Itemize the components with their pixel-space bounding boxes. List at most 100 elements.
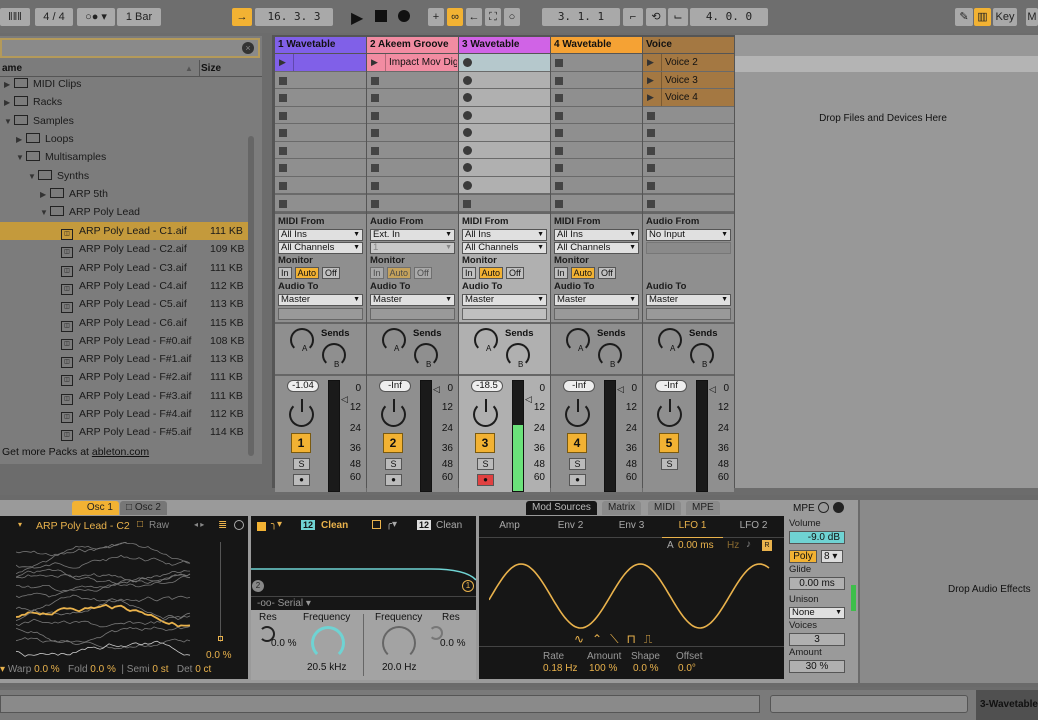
- output-channel-field[interactable]: [278, 307, 363, 320]
- stop-slot-icon[interactable]: [279, 181, 287, 190]
- stop-slot-icon[interactable]: [279, 129, 287, 137]
- clip-slot[interactable]: [459, 89, 550, 107]
- filter1-circuit[interactable]: Clean: [321, 520, 348, 531]
- status-field[interactable]: [770, 695, 968, 713]
- clip-play-icon[interactable]: ▶: [647, 72, 654, 89]
- stop-slot-icon[interactable]: [555, 111, 563, 120]
- capture-icon[interactable]: ⛶: [485, 8, 501, 26]
- output-select[interactable]: Master: [278, 293, 363, 306]
- browser-file[interactable]: ◫ ARP Poly Lead - C2.aif 109 KB: [0, 240, 248, 259]
- position-slider[interactable]: [220, 542, 221, 642]
- input-source-select[interactable]: All Ins: [278, 228, 363, 241]
- volume-value[interactable]: -Inf: [655, 379, 687, 392]
- clip-slot[interactable]: ▶ Voice 2: [643, 54, 734, 72]
- unison-voices-field[interactable]: 3: [789, 633, 845, 646]
- filter1-slope[interactable]: 12: [301, 520, 316, 530]
- stop-slot-icon[interactable]: [555, 164, 563, 172]
- expanded-icon[interactable]: ▼: [4, 113, 14, 131]
- browser-file[interactable]: ◫ ARP Poly Lead - C5.aif 113 KB: [0, 295, 248, 314]
- session-record-icon[interactable]: ○: [504, 8, 520, 26]
- freq2-knob[interactable]: [382, 626, 416, 660]
- track-header[interactable]: 2 Akeem Groove: [367, 37, 458, 53]
- expanded-icon[interactable]: ▼: [16, 149, 26, 167]
- drop-zone[interactable]: Drop Files and Devices Here: [735, 35, 1038, 488]
- stop-slot-icon[interactable]: [555, 181, 563, 190]
- play-button[interactable]: ▶: [351, 8, 363, 28]
- clip-slot[interactable]: [643, 159, 734, 177]
- song-position[interactable]: 16. 3. 3: [255, 8, 333, 26]
- mod-source-tab-lfo-1[interactable]: LFO 1: [662, 520, 723, 538]
- clip-slot[interactable]: [459, 159, 550, 177]
- input-source-select[interactable]: All Ins: [462, 228, 547, 241]
- stop-clips-button[interactable]: [643, 194, 734, 212]
- input-channel-select[interactable]: All Channels: [462, 241, 547, 254]
- overdub-icon[interactable]: +: [428, 8, 444, 26]
- solo-button[interactable]: S: [569, 457, 586, 470]
- collapsed-icon[interactable]: ▶: [40, 186, 50, 204]
- clip-slot[interactable]: [551, 141, 642, 159]
- stop-slot-icon[interactable]: [647, 111, 655, 120]
- expanded-icon[interactable]: ▼: [28, 168, 38, 186]
- clip-slot[interactable]: [367, 176, 458, 194]
- lfo-shape-selector[interactable]: ∿⌃⟍⊓⎍: [574, 632, 660, 647]
- record-slot-icon[interactable]: [463, 58, 472, 67]
- clip-slot[interactable]: [643, 141, 734, 159]
- midi-map-button[interactable]: M: [1026, 8, 1038, 26]
- stop-clips-button[interactable]: [459, 194, 550, 212]
- volume-value[interactable]: -18.5: [471, 379, 503, 392]
- clip-play-icon[interactable]: ▶: [647, 89, 654, 106]
- record-slot-icon[interactable]: [463, 180, 472, 190]
- shape-value[interactable]: 0.0 %: [633, 663, 659, 674]
- wavetable-3d-icon[interactable]: [234, 520, 244, 530]
- stop-slot-icon[interactable]: [371, 129, 379, 137]
- quantize-select[interactable]: 1 Bar: [117, 8, 161, 26]
- browser-file[interactable]: ◫ ARP Poly Lead - F#2.aif 111 KB: [0, 368, 248, 387]
- size-column-header[interactable]: Size: [199, 60, 221, 77]
- res2-value[interactable]: 0.0 %: [440, 638, 466, 649]
- browser-scrollbar[interactable]: [248, 136, 254, 456]
- metronome-button[interactable]: ○● ▾: [77, 8, 115, 26]
- filter1-type-icon[interactable]: ╮▾: [271, 519, 282, 530]
- record-slot-icon[interactable]: [463, 163, 472, 172]
- collapsed-icon[interactable]: ▶: [16, 131, 26, 149]
- monitor-off-button[interactable]: Off: [414, 266, 432, 279]
- back-to-arrangement-icon[interactable]: ←: [466, 8, 482, 26]
- attack-value[interactable]: 0.00 ms: [678, 540, 714, 551]
- stop-clips-button[interactable]: [275, 194, 366, 212]
- track-activator[interactable]: 1: [291, 432, 311, 453]
- stop-slot-icon[interactable]: [371, 164, 379, 172]
- track-activator[interactable]: 3: [475, 432, 495, 453]
- wavetable-view-icon[interactable]: ≣: [218, 518, 227, 531]
- volume-value[interactable]: -1.04: [287, 379, 319, 392]
- browser-file[interactable]: ◫ ARP Poly Lead - F#0.aif 108 KB: [0, 332, 248, 350]
- unison-amount-field[interactable]: 30 %: [789, 660, 845, 673]
- clip-slot[interactable]: [275, 71, 366, 89]
- freq1-value[interactable]: 20.5 kHz: [307, 662, 346, 673]
- wavetable-select[interactable]: ARP Poly Lead - C2: [36, 520, 130, 532]
- mod-source-tab-lfo-2[interactable]: LFO 2: [723, 520, 784, 531]
- stop-slot-icon[interactable]: [555, 129, 563, 137]
- clip-slot[interactable]: [275, 159, 366, 177]
- poly-button[interactable]: Poly: [789, 550, 817, 563]
- clip-slot[interactable]: [551, 106, 642, 124]
- record-slot-icon[interactable]: [463, 93, 472, 102]
- mod-source-tab-env-2[interactable]: Env 2: [540, 520, 601, 531]
- audio-effects-drop-zone[interactable]: Drop Audio Effects: [860, 500, 1038, 683]
- stop-slot-icon[interactable]: [371, 111, 379, 120]
- track-header[interactable]: 1 Wavetable: [275, 37, 366, 53]
- offset-value[interactable]: 0.0°: [678, 663, 696, 674]
- browser-folder[interactable]: ▶ Loops: [16, 130, 74, 148]
- output-select[interactable]: Master: [370, 293, 455, 306]
- monitor-off-button[interactable]: Off: [322, 266, 340, 279]
- draw-mode-icon[interactable]: ✎: [955, 8, 973, 26]
- browser-search-input[interactable]: ×: [0, 38, 260, 58]
- clip-slot[interactable]: [275, 176, 366, 194]
- record-slot-icon[interactable]: [463, 128, 472, 137]
- tab-osc-2[interactable]: □ Osc 2: [120, 501, 167, 515]
- clip-slot[interactable]: [367, 71, 458, 89]
- semi-value[interactable]: 0 st: [152, 664, 168, 675]
- tab-matrix[interactable]: Matrix: [602, 501, 642, 515]
- stop-icon[interactable]: [279, 200, 287, 208]
- stop-slot-icon[interactable]: [279, 164, 287, 172]
- clip-name[interactable]: Voice 3: [661, 71, 733, 89]
